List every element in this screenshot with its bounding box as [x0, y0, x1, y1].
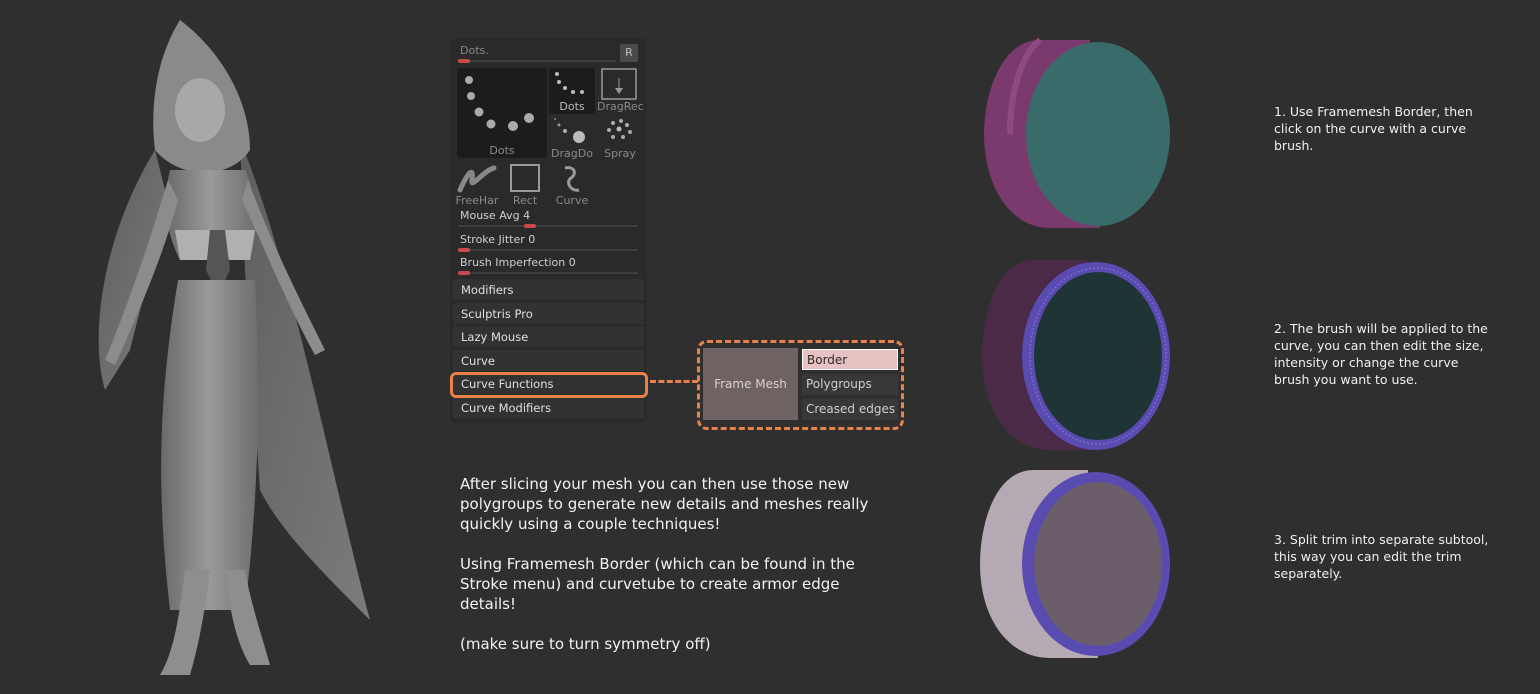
brush-label-dots-big: Dots: [489, 144, 515, 157]
menu-curve-modifiers[interactable]: Curve Modifiers: [453, 396, 644, 418]
instruction-paragraph-2: Using Framemesh Border (which can be fou…: [460, 555, 855, 613]
dots-small-icon: [555, 72, 584, 94]
brush-dots[interactable]: Dots: [549, 68, 595, 114]
brush-curve[interactable]: Curve: [549, 162, 595, 208]
brush-imperfection-label: Brush Imperfection 0: [460, 256, 576, 269]
step-1-text: 1. Use Framemesh Border, then click on t…: [1274, 104, 1473, 153]
instruction-paragraph-3: (make sure to turn symmetry off): [460, 635, 711, 653]
brush-rect[interactable]: Rect: [502, 162, 548, 208]
step-3-text: 3. Split trim into separate subtool, thi…: [1274, 532, 1489, 581]
brush-label-curve: Curve: [555, 194, 589, 207]
brush-label-spray: Spray: [604, 147, 636, 160]
brush-freehand[interactable]: FreeHar: [454, 162, 500, 208]
selected-stroke-preview[interactable]: Dots: [457, 68, 547, 158]
freehand-icon: [457, 165, 497, 193]
polygroups-option[interactable]: Polygroups: [802, 374, 898, 395]
cylinder-step-3-image: [980, 470, 1170, 658]
menu-curve[interactable]: Curve: [453, 349, 644, 371]
brush-label-freehand: FreeHar: [455, 194, 499, 207]
brush-dragrect[interactable]: DragRec: [597, 68, 643, 114]
instruction-paragraph-1: After slicing your mesh you can then use…: [460, 475, 869, 533]
creased-edges-option[interactable]: Creased edges: [802, 399, 898, 420]
stroke-jitter-slider[interactable]: [458, 248, 638, 252]
curve-icon: [564, 166, 580, 192]
dots-slider-knob[interactable]: [458, 59, 470, 63]
frame-mesh-button[interactable]: Frame Mesh: [703, 348, 798, 420]
stroke-jitter-knob[interactable]: [458, 248, 470, 252]
menu-modifiers[interactable]: Modifiers: [453, 278, 644, 300]
dragrect-icon: [601, 68, 637, 100]
stroke-jitter-value: 0: [528, 233, 536, 246]
mouse-avg-value: 4: [523, 209, 531, 222]
spray-icon: [607, 119, 632, 139]
rect-icon: [510, 164, 540, 192]
menu-lazy-mouse[interactable]: Lazy Mouse: [453, 325, 644, 347]
stroke-jitter-label: Stroke Jitter 0: [460, 233, 536, 246]
brush-imperfection-value: 0: [568, 256, 576, 269]
brush-label-rect: Rect: [512, 194, 538, 207]
brush-label-dragdot: DragDo: [551, 147, 593, 160]
curve-functions-highlight: [450, 372, 648, 398]
border-option[interactable]: Border: [802, 349, 898, 370]
stroke-panel: Dots. R Dots Dots DragRec DragDo Spray F…: [450, 38, 647, 423]
r-button[interactable]: R: [620, 44, 638, 62]
dots-slider[interactable]: [458, 59, 616, 63]
cylinder-step-2-image: [982, 260, 1170, 450]
mouse-avg-label: Mouse Avg 4: [460, 209, 531, 222]
dots-slider-label: Dots.: [460, 44, 489, 57]
dragdot-icon: [554, 118, 585, 143]
brush-label-dragrect: DragRec: [597, 100, 643, 113]
brush-imperfection-knob[interactable]: [458, 271, 470, 275]
mouse-avg-slider[interactable]: [458, 224, 638, 228]
menu-sculptris-pro[interactable]: Sculptris Pro: [453, 302, 644, 324]
brush-spray[interactable]: Spray: [597, 115, 643, 161]
brush-imperfection-slider[interactable]: [458, 271, 638, 275]
mouse-avg-knob[interactable]: [524, 224, 536, 228]
character-sculpt-image: [98, 20, 370, 675]
callout-connector: [650, 380, 698, 383]
step-2-text: 2. The brush will be applied to the curv…: [1274, 321, 1488, 387]
brush-label-dots: Dots: [559, 100, 585, 113]
brush-dragdot[interactable]: DragDo: [549, 115, 595, 161]
cylinder-step-1-image: [984, 37, 1170, 228]
